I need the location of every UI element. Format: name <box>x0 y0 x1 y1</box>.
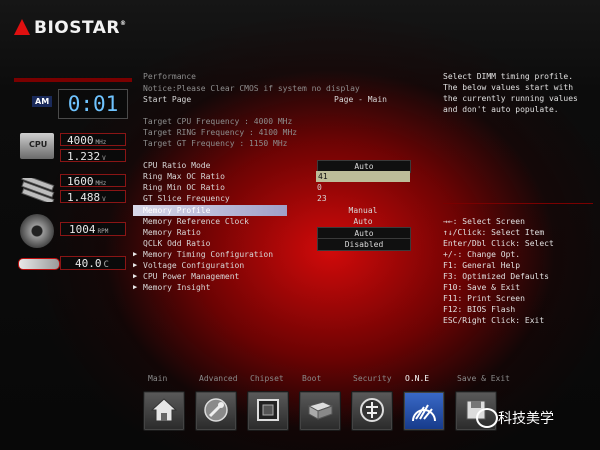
gt-slice-frequency-input[interactable]: 23 <box>317 193 327 204</box>
qclk-odd-ratio-value[interactable]: Disabled <box>317 238 411 251</box>
cpu-tag: CPU <box>29 140 48 149</box>
key-optimized-defaults: F3: Optimized Defaults <box>443 272 549 281</box>
biostar-logo: BIOSTAR® <box>14 18 127 38</box>
memory-voltage-display: 1.488 V <box>60 190 126 204</box>
setting-qclk-odd-ratio[interactable]: QCLK Odd Ratio <box>143 238 210 249</box>
memory-reference-clock-value[interactable]: Auto <box>317 216 409 227</box>
key-select-item: ↑↓/Click: Select Item <box>443 228 545 237</box>
ring-max-oc-ratio-input[interactable]: 41 <box>316 171 410 182</box>
submenu-arrow-icon: ▶ <box>133 261 138 269</box>
key-select-screen: →←: Select Screen <box>443 217 525 226</box>
key-print-screen: F11: Print Screen <box>443 294 525 303</box>
one-overclock-icon <box>412 404 436 422</box>
fan-speed-display: 1004 RPM <box>60 222 126 236</box>
help-line-4: and don't auto populate. <box>443 105 559 114</box>
start-page-value[interactable]: Page - Main <box>334 94 387 105</box>
memory-frequency-display: 1600 MHz <box>60 174 126 188</box>
help-line-1: Select DIMM timing profile. <box>443 72 574 81</box>
tab-chipset[interactable] <box>247 391 289 431</box>
tab-boot[interactable] <box>299 391 341 431</box>
tab-chipset-label[interactable]: Chipset <box>250 374 284 383</box>
thermometer-icon <box>18 258 60 270</box>
key-bios-flash: F12: BIOS Flash <box>443 305 516 314</box>
help-line-3: the currently running values <box>443 94 578 103</box>
key-general-help: F1: General Help <box>443 261 521 270</box>
monitor-top-bar <box>14 78 132 82</box>
setting-memory-reference-clock[interactable]: Memory Reference Clock <box>143 216 249 227</box>
memory-profile-value[interactable]: Manual <box>317 205 409 216</box>
home-icon <box>150 398 178 422</box>
fan-icon <box>20 214 54 248</box>
tab-advanced-label[interactable]: Advanced <box>199 374 238 383</box>
submenu-arrow-icon: ▶ <box>133 272 138 280</box>
setting-memory-profile[interactable]: Memory Profile <box>143 205 210 216</box>
memory-module-icon <box>20 174 56 205</box>
submenu-arrow-icon: ▶ <box>133 283 138 291</box>
start-page-label[interactable]: Start Page <box>143 94 191 105</box>
help-divider <box>443 203 593 204</box>
cpu-frequency-display: 4000 MHz <box>60 133 126 147</box>
submenu-memory-timing[interactable]: Memory Timing Configuration <box>143 249 273 260</box>
help-line-2: The below values start with <box>443 83 574 92</box>
setting-ring-max-oc-ratio[interactable]: Ring Max OC Ratio <box>143 171 225 182</box>
tab-security-label[interactable]: Security <box>353 374 392 383</box>
clock-display: 0:01 <box>58 89 128 119</box>
cpu-voltage-display: 1.232 V <box>60 149 126 163</box>
tab-boot-label[interactable]: Boot <box>302 374 321 383</box>
security-shield-icon <box>360 398 384 422</box>
key-esc-exit: ESC/Right Click: Exit <box>443 316 545 325</box>
setting-memory-ratio[interactable]: Memory Ratio <box>143 227 201 238</box>
target-ring-frequency: Target RING Frequency : 4100 MHz <box>143 128 298 137</box>
tab-main-label[interactable]: Main <box>148 374 167 383</box>
advanced-wrench-icon <box>204 398 228 422</box>
boot-drive-icon <box>307 401 334 420</box>
biostar-triangle-icon <box>14 19 30 35</box>
am-tag: AM <box>32 96 53 107</box>
tab-one[interactable] <box>403 391 445 431</box>
target-cpu-frequency: Target CPU Frequency : 4000 MHz <box>143 117 293 126</box>
ring-min-oc-ratio-input[interactable]: 0 <box>317 182 322 193</box>
setting-gt-slice-frequency[interactable]: GT Slice Frequency <box>143 193 230 204</box>
submenu-voltage-configuration[interactable]: Voltage Configuration <box>143 260 244 271</box>
setting-ring-min-oc-ratio[interactable]: Ring Min OC Ratio <box>143 182 225 193</box>
tab-one-label[interactable]: O.N.E <box>405 374 429 383</box>
tab-advanced[interactable] <box>195 391 237 431</box>
target-gt-frequency: Target GT Frequency : 1150 MHz <box>143 139 288 148</box>
cmos-notice: Notice:Please Clear CMOS if system no di… <box>143 84 360 93</box>
wechat-watermark-icon <box>476 408 498 428</box>
tab-main[interactable] <box>143 391 185 431</box>
key-change-option: +/-: Change Opt. <box>443 250 521 259</box>
submenu-memory-insight[interactable]: Memory Insight <box>143 282 210 293</box>
submenu-cpu-power-management[interactable]: CPU Power Management <box>143 271 239 282</box>
temperature-display: 40.0 C <box>60 256 126 270</box>
key-enter-select: Enter/Dbl Click: Select <box>443 239 554 248</box>
setting-cpu-ratio-mode[interactable]: CPU Ratio Mode <box>143 160 210 171</box>
watermark-text: 科技美学 <box>498 411 554 427</box>
tab-save-exit-label[interactable]: Save & Exit <box>457 374 510 383</box>
submenu-arrow-icon: ▶ <box>133 250 138 258</box>
tab-security[interactable] <box>351 391 393 431</box>
key-save-exit: F10: Save & Exit <box>443 283 521 292</box>
section-header-performance: Performance <box>143 72 196 81</box>
chip-icon <box>257 399 279 421</box>
